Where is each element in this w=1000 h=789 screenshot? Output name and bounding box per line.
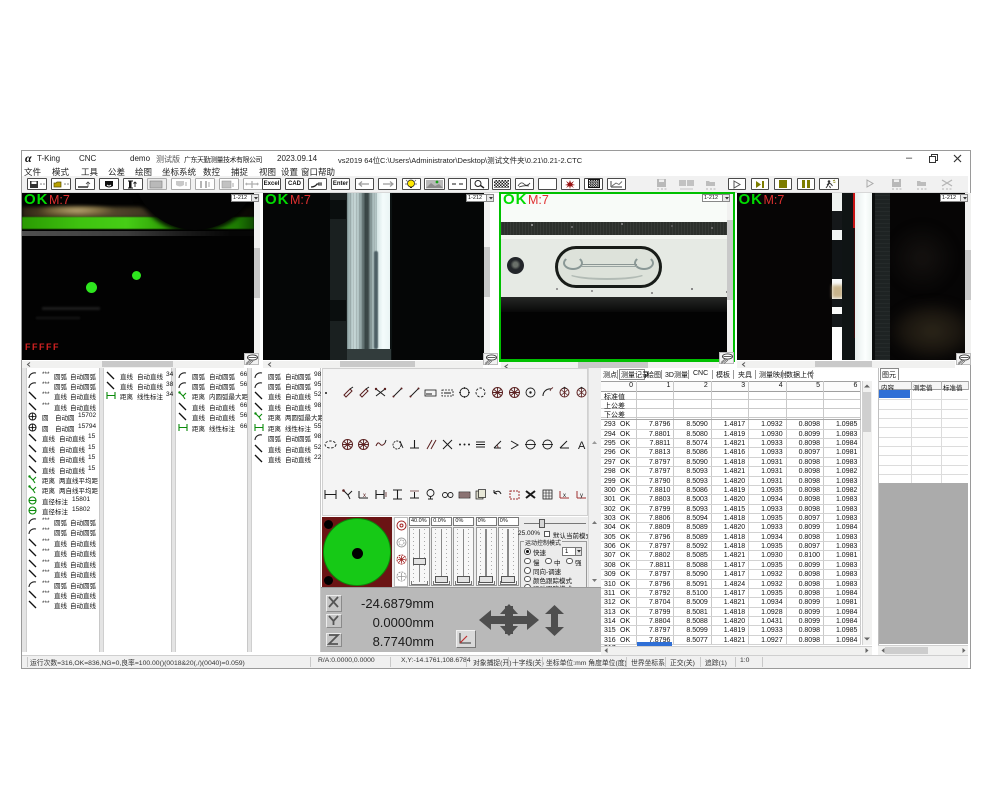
svg-text:x: x xyxy=(363,493,366,499)
svg-text:y: y xyxy=(580,493,583,499)
svg-text:x: x xyxy=(563,493,566,499)
svg-text:A: A xyxy=(578,440,586,452)
